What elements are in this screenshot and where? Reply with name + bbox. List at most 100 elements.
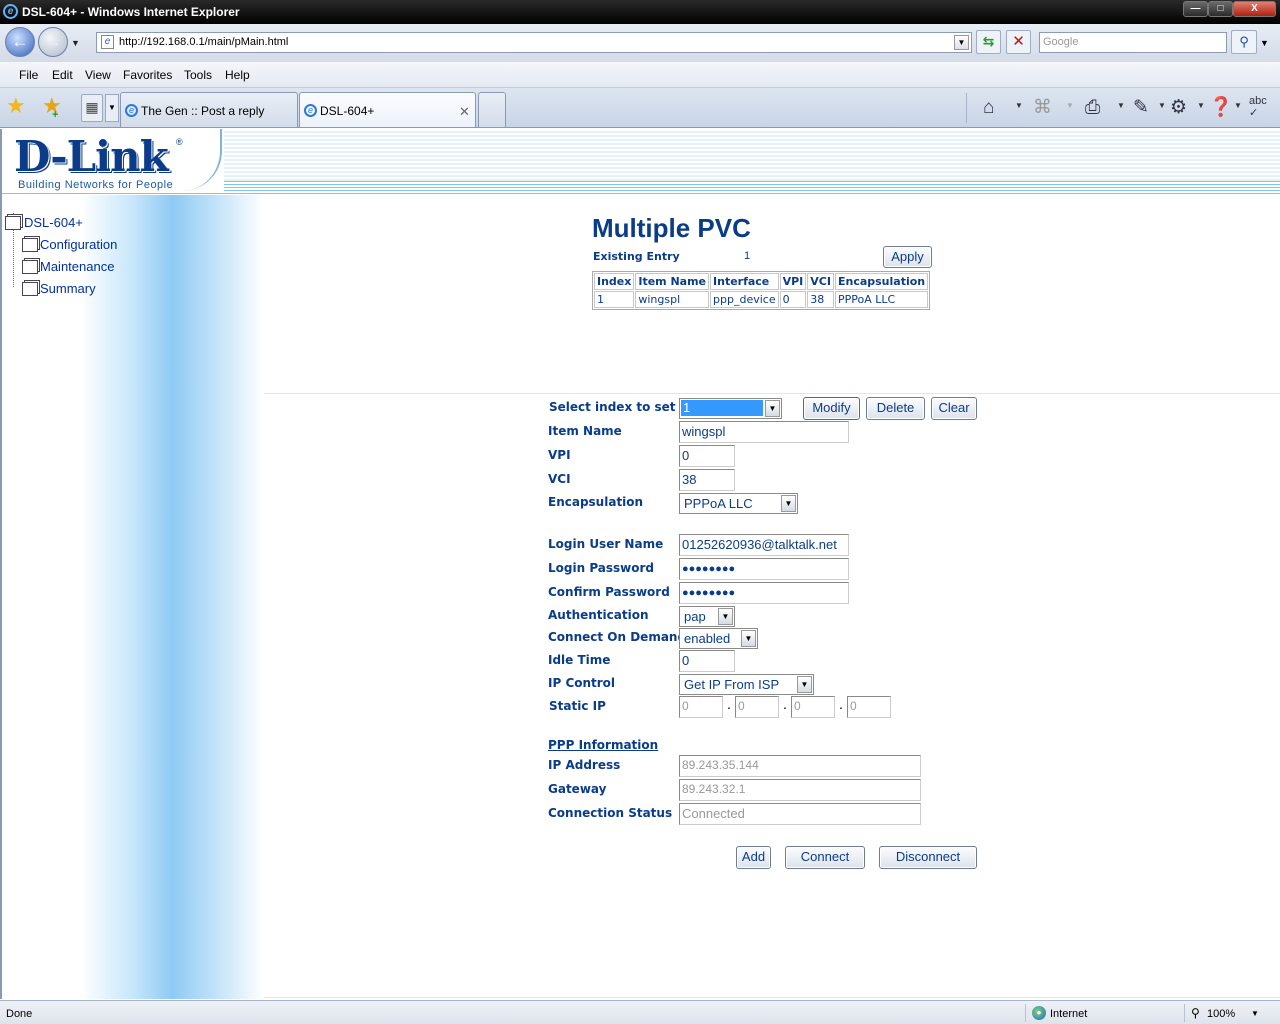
table-cell: ppp_device [710,291,779,308]
tab-dsl-604[interactable]: e DSL-604+ ✕ [299,92,476,127]
static-ip-octet-2[interactable]: 0 [735,696,779,718]
tools-icon[interactable]: ⚙ [1170,95,1187,121]
folder-icon [22,260,38,274]
encapsulation-label: Encapsulation [548,495,644,509]
select-index-label: Select index to set [549,400,676,414]
connect-button[interactable]: Connect [785,846,865,869]
tab-label: DSL-604+ [320,104,375,118]
grid-icon: ▦ [85,99,99,115]
logo: D-Link ® Building Networks for People [2,129,224,191]
tab-the-gen[interactable]: e The Gen :: Post a reply [120,92,298,127]
home-dropdown[interactable]: ▼ [1015,101,1023,110]
ip-control-select[interactable]: Get IP From ISP ▼ [679,674,814,695]
connect-on-demand-select[interactable]: enabled ▼ [679,628,758,649]
idle-time-input[interactable]: 0 [679,650,735,672]
login-password-input[interactable]: ●●●●●●●● [679,558,849,580]
forward-button[interactable]: → [38,27,68,57]
close-window-button[interactable]: X [1233,1,1276,17]
search-input[interactable]: Google [1039,32,1227,53]
divider [264,997,1280,998]
folder-open-icon [5,216,21,230]
sidebar-item-configuration[interactable]: Configuration [40,237,117,252]
connect-on-demand-value: enabled [684,631,731,646]
search-button[interactable]: ⚲ [1231,30,1257,54]
static-ip-octet-3[interactable]: 0 [791,696,835,718]
new-tab-button[interactable] [478,92,506,127]
toolbar-separator [966,93,967,123]
refresh-button[interactable]: ⇆ [976,30,1001,54]
stop-button[interactable]: ✕ [1006,30,1031,54]
menu-file[interactable]: File [19,68,38,82]
add-favorites-icon[interactable]: ★ + [42,95,62,122]
ip-separator: . [839,696,843,712]
select-index-dropdown[interactable]: 1 ▼ [679,398,782,419]
encapsulation-select[interactable]: PPPoA LLC ▼ [679,493,798,514]
status-separator [1184,1004,1185,1022]
pvc-table: Index Item Name Interface VPI VCI Encaps… [592,271,931,310]
logo-registered-mark: ® [176,137,183,147]
static-ip-octet-4[interactable]: 0 [847,696,891,718]
tools-dropdown[interactable]: ▼ [1197,101,1205,110]
address-dropdown[interactable]: ▼ [954,35,969,50]
print-icon[interactable]: ⎙ [1085,95,1100,121]
login-password-label: Login Password [548,561,655,575]
item-name-input[interactable]: wingspl [679,421,849,443]
sidebar-item-maintenance[interactable]: Maintenance [40,259,114,274]
menu-help[interactable]: Help [225,68,250,82]
favorites-star-icon[interactable]: ★ [6,95,26,117]
disconnect-button[interactable]: Disconnect [879,846,977,869]
zoom-dropdown[interactable]: ▼ [1251,1009,1259,1018]
login-user-input[interactable]: 01252620936@talktalk.net [679,534,849,556]
feeds-icon[interactable]: ⌘ [1033,95,1052,121]
delete-button[interactable]: Delete [866,397,925,420]
item-name-label: Item Name [548,424,622,438]
zoom-level[interactable]: 100% [1207,1008,1235,1020]
search-options-dropdown[interactable]: ▼ [1260,38,1269,48]
menu-view[interactable]: View [85,68,111,82]
table-header-row: Index Item Name Interface VPI VCI Encaps… [594,273,929,290]
menu-edit[interactable]: Edit [52,68,73,82]
sidebar-item-summary[interactable]: Summary [40,281,96,296]
tree-root-dsl-604[interactable]: DSL-604+ [24,215,83,230]
search-icon: ⚲ [1239,34,1249,49]
status-bar: Done ● Internet ⚲ 100% ▼ [0,1000,1280,1024]
tab-bar: ★ ★ + ▦ ▼ e The Gen :: Post a reply e DSL… [0,88,1280,128]
modify-button[interactable]: Modify [803,397,860,420]
vpi-input[interactable]: 0 [679,445,735,467]
spelling-icon[interactable]: abc ✓ [1249,95,1267,121]
feeds-dropdown[interactable]: ▼ [1066,101,1074,110]
recent-pages-dropdown[interactable]: ▼ [71,38,80,48]
back-arrow-icon: ← [11,32,29,51]
window-title: DSL-604+ - Windows Internet Explorer [22,5,240,19]
address-input[interactable]: e http://192.168.0.1/main/pMain.html ▼ [96,32,972,53]
static-ip-octet-1[interactable]: 0 [679,696,723,718]
home-icon[interactable]: ⌂ [983,95,994,121]
tab-list-dropdown[interactable]: ▼ [105,94,119,122]
help-icon[interactable]: ❓ [1209,95,1233,121]
menu-tools[interactable]: Tools [184,68,212,82]
print-dropdown[interactable]: ▼ [1117,101,1125,110]
stop-icon: ✕ [1012,33,1025,50]
vci-input[interactable]: 38 [679,469,735,491]
page-dropdown[interactable]: ▼ [1158,101,1166,110]
logo-text: D-Link [14,132,169,181]
authentication-value: pap [684,609,706,624]
apply-button[interactable]: Apply [883,246,932,268]
page-menu-icon[interactable]: ✎ [1133,95,1149,121]
add-button[interactable]: Add [736,846,771,869]
column-header: Interface [710,273,779,290]
maximize-button[interactable]: □ [1208,1,1233,17]
help-dropdown[interactable]: ▼ [1234,101,1242,110]
zoom-icon[interactable]: ⚲ [1191,1006,1200,1020]
page-content: D-Link ® Building Networks for People DS… [0,129,1280,999]
authentication-select[interactable]: pap ▼ [679,606,735,627]
back-button[interactable]: ← [5,27,35,57]
quick-tabs-button[interactable]: ▦ [81,94,103,122]
menu-favorites[interactable]: Favorites [123,68,172,82]
clear-button[interactable]: Clear [931,397,977,420]
folder-icon [22,282,38,296]
close-tab-icon[interactable]: ✕ [459,104,470,120]
confirm-password-input[interactable]: ●●●●●●●● [679,582,849,604]
encapsulation-value: PPPoA LLC [684,496,753,511]
minimize-button[interactable]: — [1183,1,1208,17]
